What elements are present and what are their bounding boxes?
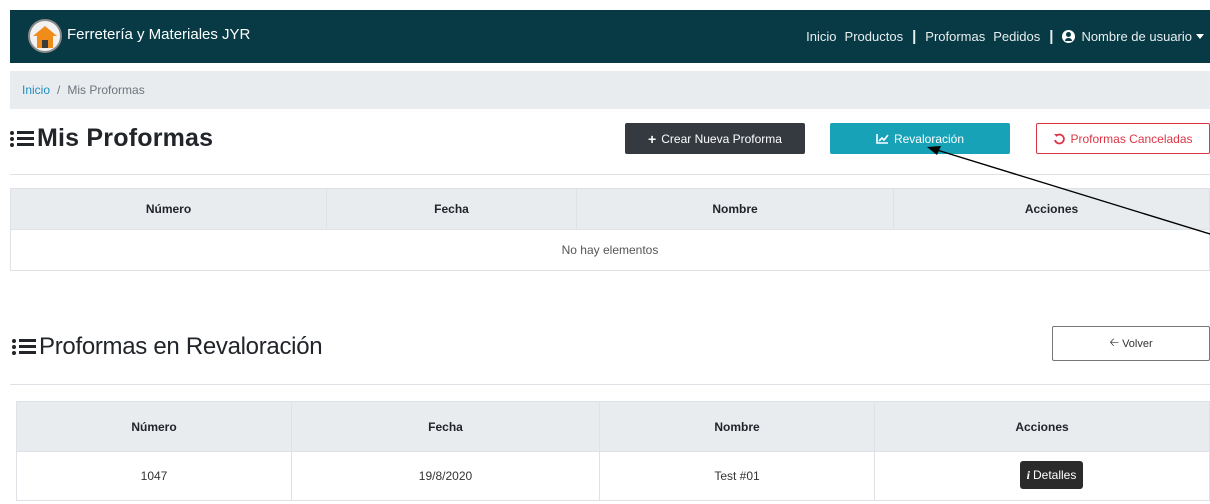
revaluation-label: Revaloración <box>893 131 965 146</box>
table-header-row: Número Fecha Nombre Acciones <box>10 188 1210 230</box>
table-header-row: Número Fecha Nombre Acciones <box>16 401 1210 452</box>
chart-line-icon <box>876 133 889 144</box>
cancelled-proformas-button[interactable]: Proformas Canceladas <box>1036 123 1210 154</box>
create-proforma-button[interactable]: + Crear Nueva Proforma <box>625 123 805 154</box>
page-title: Mis Proformas <box>10 124 213 153</box>
user-menu[interactable]: Nombre de usuario <box>1062 29 1204 44</box>
col-header-nombre[interactable]: Nombre <box>576 188 894 230</box>
breadcrumb-current: Mis Proformas <box>67 83 145 97</box>
breadcrumb-home-link[interactable]: Inicio <box>22 83 50 97</box>
section-title-text: Proformas en Revaloración <box>39 333 323 360</box>
col-header-fecha[interactable]: Fecha <box>326 188 577 230</box>
back-button[interactable]: 🡠 Volver <box>1052 326 1210 361</box>
navbar: Ferretería y Materiales JYR Inicio Produ… <box>10 10 1210 63</box>
col-header-numero[interactable]: Número <box>10 188 327 230</box>
cell-nombre: Test #01 <box>599 451 875 501</box>
cell-fecha: 19/8/2020 <box>291 451 600 501</box>
list-icon <box>12 337 36 357</box>
divider <box>10 174 1210 175</box>
table-row: No hay elementos <box>10 229 1210 271</box>
col-header-nombre[interactable]: Nombre <box>599 401 875 452</box>
col-header-acciones[interactable]: Acciones <box>893 188 1210 230</box>
nav-link-productos[interactable]: Productos <box>845 29 904 44</box>
nav-divider: | <box>1049 28 1054 45</box>
breadcrumb: Inicio / Mis Proformas <box>10 71 1210 109</box>
section-title: Proformas en Revaloración <box>12 333 323 361</box>
list-icon <box>10 129 34 149</box>
nav-link-pedidos[interactable]: Pedidos <box>993 29 1040 44</box>
info-icon: i <box>1026 467 1030 482</box>
create-proforma-label: Crear Nueva Proforma <box>661 131 782 146</box>
details-label: Detalles <box>1032 468 1077 482</box>
page-title-text: Mis Proformas <box>37 124 214 152</box>
nav-links: Inicio Productos | Proformas Pedidos | N… <box>798 10 1210 63</box>
details-button[interactable]: i Detalles <box>1020 461 1083 489</box>
col-header-numero[interactable]: Número <box>16 401 292 452</box>
undo-icon <box>1053 133 1066 145</box>
divider <box>10 384 1210 385</box>
user-circle-icon <box>1062 30 1076 43</box>
user-name: Nombre de usuario <box>1081 29 1192 44</box>
caret-down-icon <box>1196 34 1204 39</box>
arrow-left-icon: 🡠 <box>1109 335 1120 349</box>
nav-link-inicio[interactable]: Inicio <box>806 29 836 44</box>
plus-icon: + <box>648 130 657 147</box>
brand-logo-icon[interactable] <box>28 19 62 53</box>
breadcrumb-separator: / <box>57 83 61 97</box>
col-header-acciones[interactable]: Acciones <box>874 401 1210 452</box>
revaluation-button[interactable]: Revaloración <box>830 123 1010 154</box>
cancelled-proformas-label: Proformas Canceladas <box>1070 131 1193 146</box>
empty-message: No hay elementos <box>10 229 1210 271</box>
brand-name[interactable]: Ferretería y Materiales JYR <box>67 26 250 43</box>
back-label: Volver <box>1122 337 1153 350</box>
nav-divider: | <box>912 28 917 45</box>
cell-numero: 1047 <box>16 451 292 501</box>
proformas-table: Número Fecha Nombre Acciones No hay elem… <box>10 188 1210 271</box>
nav-link-proformas[interactable]: Proformas <box>925 29 985 44</box>
col-header-fecha[interactable]: Fecha <box>291 401 600 452</box>
